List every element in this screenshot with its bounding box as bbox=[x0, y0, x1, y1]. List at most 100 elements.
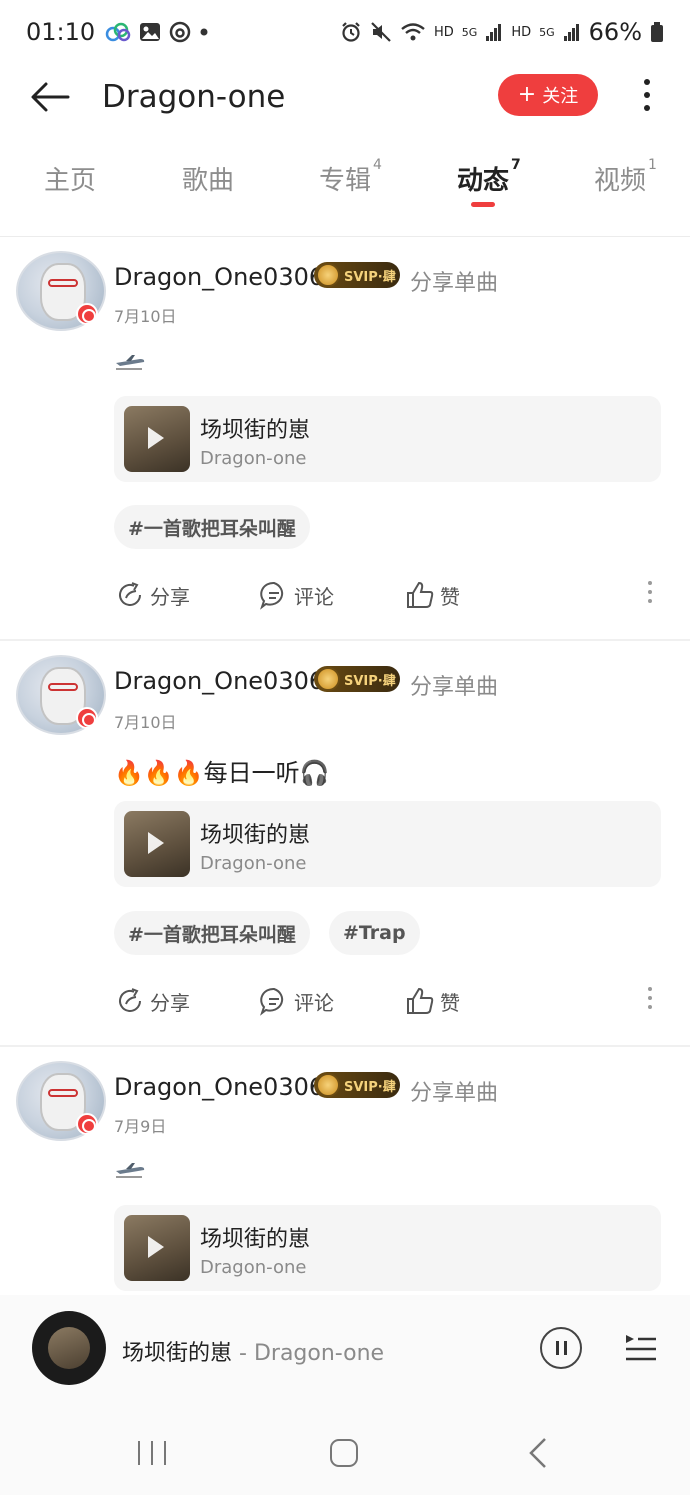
feed-post: Dragon_One0306 SVIP·肆 分享单曲 7月10日 场坝街的崽 D… bbox=[0, 237, 690, 639]
cloud-app-icon bbox=[105, 22, 131, 42]
song-artist: Dragon-one bbox=[200, 853, 307, 874]
username[interactable]: Dragon_One0306 bbox=[114, 667, 324, 695]
song-card[interactable]: 场坝街的崽 Dragon-one bbox=[114, 396, 661, 482]
recent-apps-button[interactable] bbox=[138, 1441, 166, 1465]
system-back-icon[interactable] bbox=[528, 1437, 548, 1469]
post-more-button[interactable] bbox=[648, 987, 654, 1009]
wifi-icon bbox=[401, 23, 425, 41]
post-more-button[interactable] bbox=[648, 581, 654, 603]
recent-apps-icon bbox=[138, 1441, 140, 1465]
comment-icon bbox=[260, 987, 284, 1016]
share-button[interactable]: 分享 bbox=[114, 575, 190, 615]
follow-button[interactable]: + 关注 bbox=[498, 74, 598, 116]
post-actions: 分享 评论 赞 bbox=[114, 575, 664, 615]
tab-count: 1 bbox=[648, 157, 657, 174]
song-cover bbox=[124, 811, 190, 877]
vip-badge[interactable]: SVIP·肆 bbox=[314, 262, 400, 288]
tab-songs[interactable]: 歌曲 bbox=[182, 160, 236, 197]
post-date: 7月10日 bbox=[114, 713, 177, 732]
avatar-glasses bbox=[48, 279, 78, 287]
song-artist: Dragon-one bbox=[200, 1257, 307, 1278]
recent-bar bbox=[164, 1441, 166, 1465]
tab-count: 7 bbox=[511, 157, 521, 174]
player-now-playing[interactable]: 场坝街的崽 - Dragon-one bbox=[122, 1335, 384, 1367]
vip-coin-icon bbox=[316, 1073, 340, 1097]
post-date: 7月9日 bbox=[114, 1117, 167, 1136]
topic-tag[interactable]: #一首歌把耳朵叫醒 bbox=[114, 505, 310, 549]
back-arrow-icon bbox=[31, 82, 70, 112]
vip-coin-icon bbox=[316, 667, 340, 691]
post-actions: 分享 评论 赞 bbox=[114, 981, 664, 1021]
song-artist: Dragon-one bbox=[200, 448, 307, 469]
pause-button[interactable] bbox=[540, 1327, 582, 1369]
more-dot bbox=[648, 590, 652, 594]
song-title: 场坝街的崽 bbox=[200, 823, 311, 848]
vip-badge[interactable]: SVIP·肆 bbox=[314, 1072, 400, 1098]
top-app-bar: Dragon-one + 关注 bbox=[0, 64, 690, 130]
home-button[interactable] bbox=[330, 1439, 358, 1467]
topic-tag[interactable]: #Trap bbox=[329, 911, 420, 955]
song-card[interactable]: 场坝街的崽 Dragon-one bbox=[114, 801, 661, 887]
play-icon bbox=[148, 427, 164, 449]
post-action-label: 分享单曲 bbox=[410, 675, 499, 700]
feed-post: Dragon_One0306 SVIP·肆 分享单曲 7月10日 🔥🔥🔥每日一听… bbox=[0, 641, 690, 1045]
username[interactable]: Dragon_One0306 bbox=[114, 1073, 324, 1101]
more-dot bbox=[648, 1005, 652, 1009]
comment-label: 评论 bbox=[294, 990, 334, 1015]
song-cover bbox=[124, 406, 190, 472]
user-badge-icon bbox=[76, 303, 98, 325]
song-cover bbox=[124, 1215, 190, 1281]
user-badge-icon bbox=[76, 1113, 98, 1135]
battery-icon bbox=[651, 22, 663, 42]
feed-post: Dragon_One0306 SVIP·肆 分享单曲 7月9日 场坝街的崽 Dr… bbox=[0, 1047, 690, 1307]
recent-bar bbox=[151, 1441, 153, 1465]
like-button[interactable]: 赞 bbox=[404, 981, 460, 1021]
playlist-icon[interactable] bbox=[624, 1331, 658, 1365]
mini-player[interactable]: 场坝街的崽 - Dragon-one bbox=[0, 1295, 690, 1405]
avatar-glasses bbox=[48, 1089, 78, 1097]
post-action-label: 分享单曲 bbox=[410, 271, 499, 296]
vip-coin-icon bbox=[316, 263, 340, 287]
active-tab-indicator bbox=[471, 202, 495, 207]
more-options-button[interactable] bbox=[630, 72, 664, 118]
signal-icon-1 bbox=[486, 24, 502, 41]
activity-feed[interactable]: Dragon_One0306 SVIP·肆 分享单曲 7月10日 场坝街的崽 D… bbox=[0, 237, 690, 1307]
follow-label: 关注 bbox=[542, 86, 579, 107]
tab-albums[interactable]: 专辑4 bbox=[319, 157, 382, 197]
status-left-icons bbox=[105, 21, 209, 43]
post-action-label: 分享单曲 bbox=[410, 1081, 499, 1106]
song-card[interactable]: 场坝街的崽 Dragon-one bbox=[114, 1205, 661, 1291]
topic-tag[interactable]: #一首歌把耳朵叫醒 bbox=[114, 911, 310, 955]
share-label: 分享 bbox=[150, 584, 190, 609]
comment-button[interactable]: 评论 bbox=[258, 575, 334, 615]
more-dot bbox=[644, 105, 650, 111]
player-album-disc[interactable] bbox=[32, 1311, 106, 1385]
vip-label: SVIP·肆 bbox=[344, 673, 396, 689]
song-title: 场坝街的崽 bbox=[200, 1227, 311, 1252]
comment-button[interactable]: 评论 bbox=[258, 981, 334, 1021]
share-button[interactable]: 分享 bbox=[114, 981, 190, 1021]
song-title: 场坝街的崽 bbox=[200, 418, 311, 443]
vip-badge[interactable]: SVIP·肆 bbox=[314, 666, 400, 692]
more-dot bbox=[648, 599, 652, 603]
tab-activity[interactable]: 动态7 bbox=[457, 157, 521, 197]
tab-count: 4 bbox=[373, 157, 382, 174]
airplane-icon bbox=[116, 355, 145, 370]
page-title: Dragon-one bbox=[102, 79, 286, 115]
share-icon bbox=[119, 988, 141, 1012]
vip-label: SVIP·肆 bbox=[344, 1079, 396, 1095]
tab-videos[interactable]: 视频1 bbox=[594, 157, 657, 197]
tab-label: 专辑 bbox=[319, 166, 372, 196]
dot-icon bbox=[200, 28, 208, 36]
vip-label: SVIP·肆 bbox=[344, 269, 396, 285]
share-icon bbox=[119, 582, 141, 606]
more-vertical-icon bbox=[648, 987, 652, 991]
play-icon bbox=[148, 1236, 164, 1258]
mute-icon bbox=[371, 22, 391, 42]
username[interactable]: Dragon_One0306 bbox=[114, 263, 324, 291]
follow-plus-icon: + bbox=[517, 82, 537, 107]
tab-home[interactable]: 主页 bbox=[44, 160, 98, 197]
like-button[interactable]: 赞 bbox=[404, 575, 460, 615]
more-vertical-icon bbox=[644, 79, 650, 85]
back-button[interactable] bbox=[22, 69, 78, 125]
